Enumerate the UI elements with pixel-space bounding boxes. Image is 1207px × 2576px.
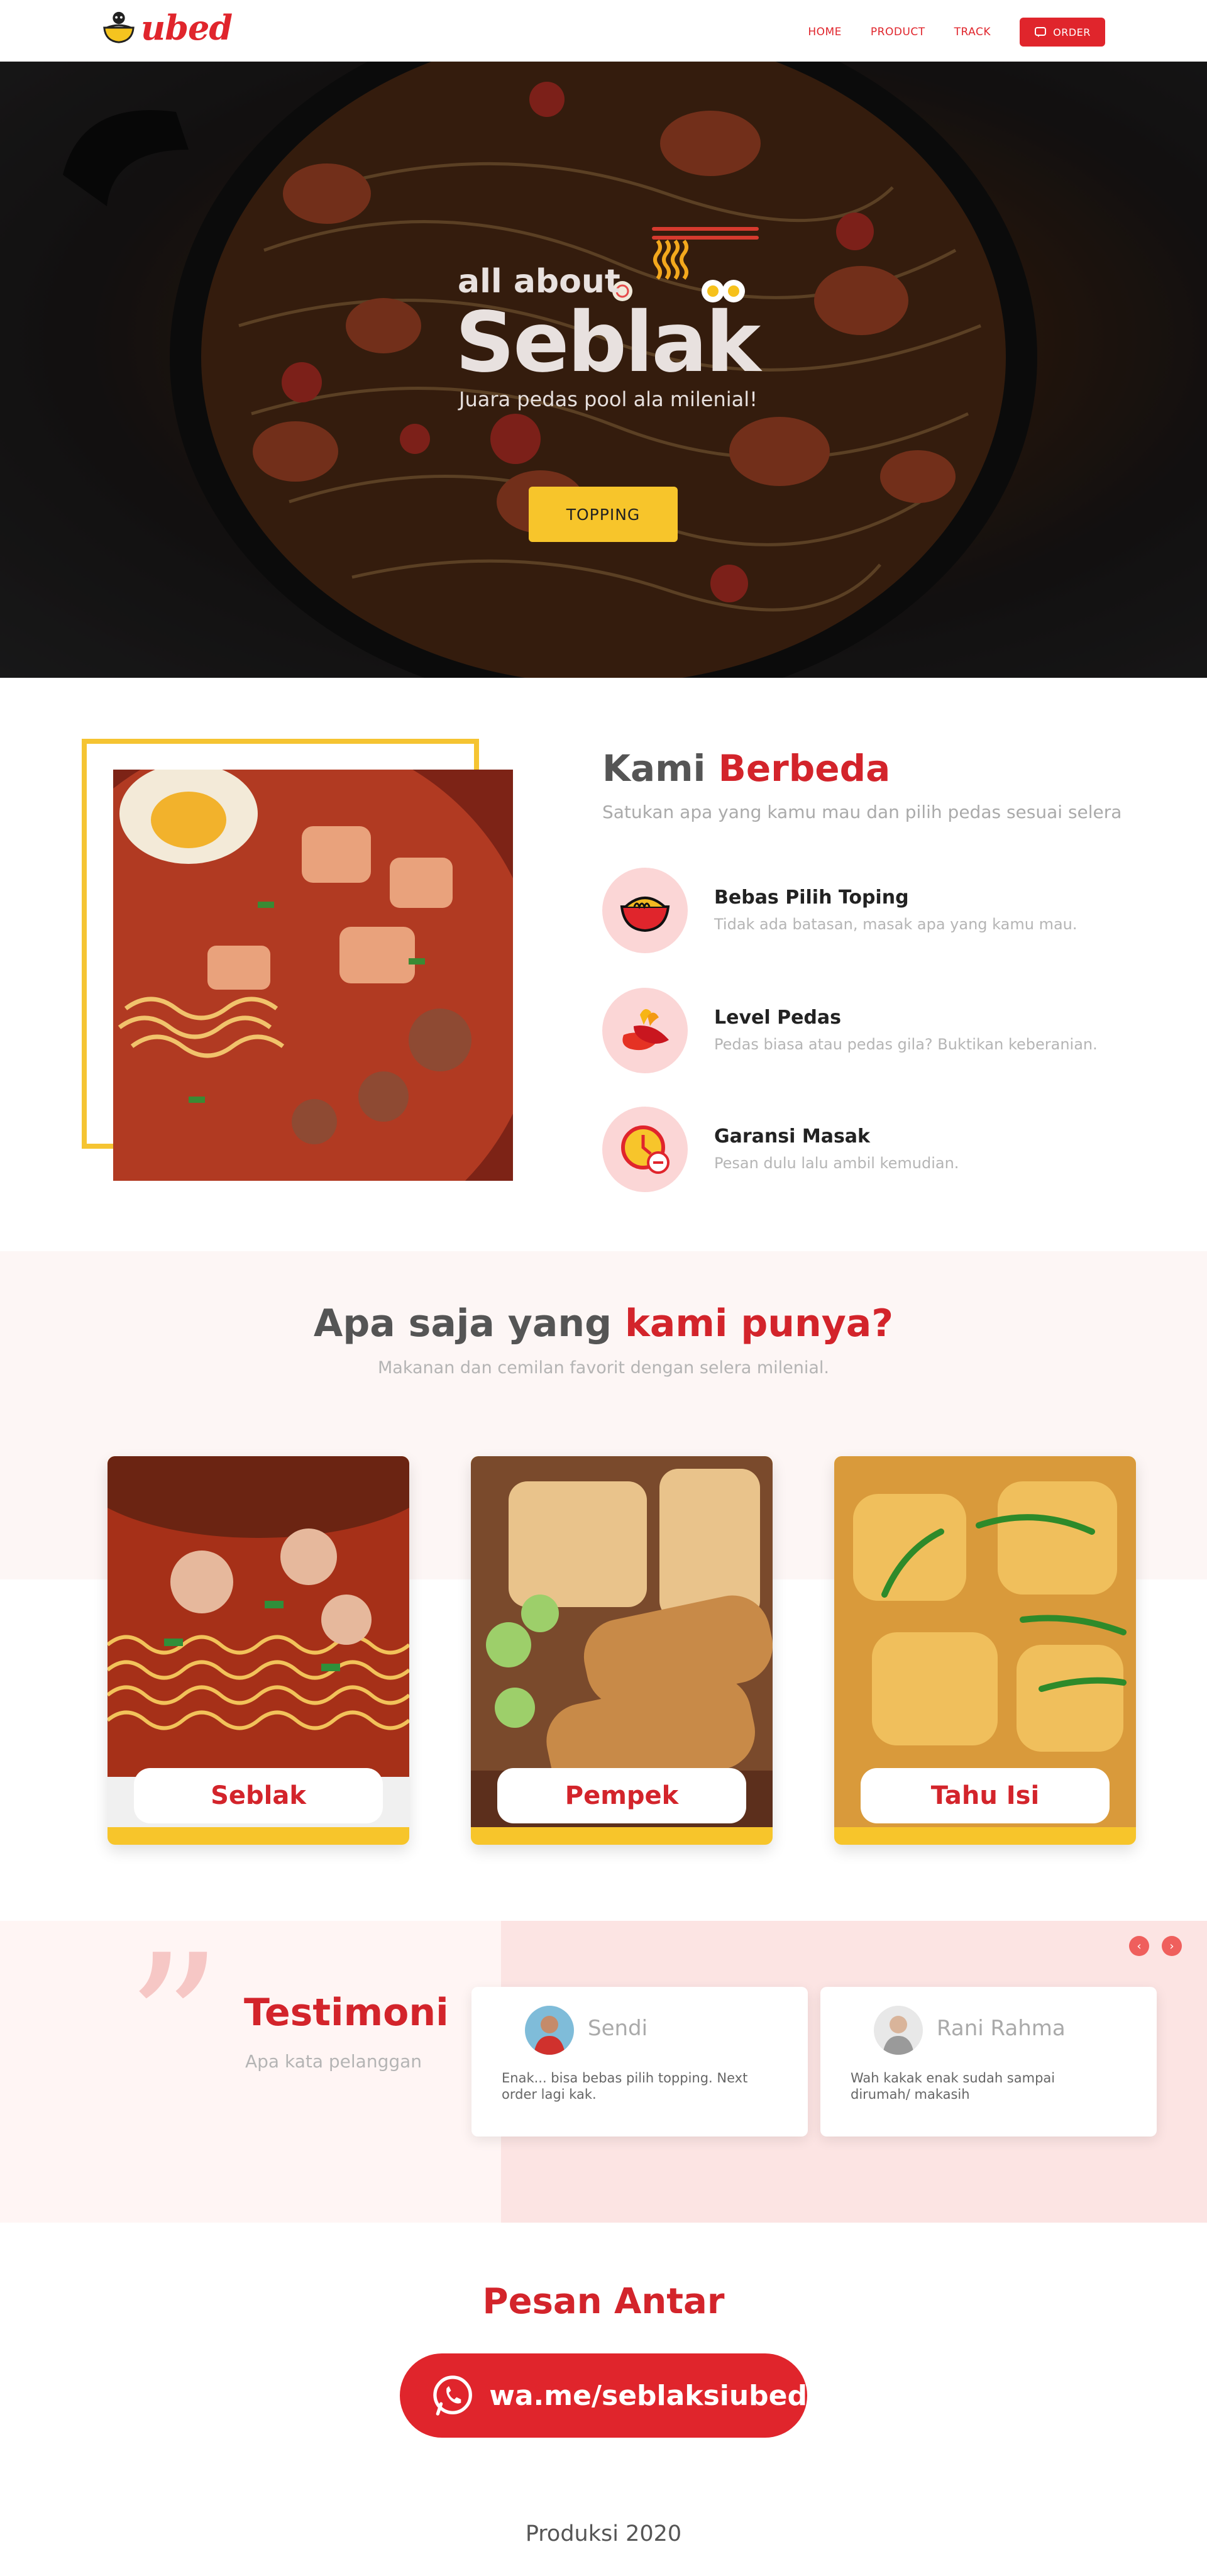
nav-home[interactable]: HOME (808, 26, 842, 38)
page: ubed HOME PRODUCT TRACK ORDER all about … (0, 0, 1207, 2576)
testimonial-card: Rani Rahma Wah kakak enak sudah sampai d… (820, 1987, 1157, 2137)
products-title-plain: Apa saja yang (313, 1302, 612, 1346)
product-card-seblak[interactable]: Seblak (107, 1456, 409, 1845)
brand-logo[interactable]: ubed (101, 8, 233, 48)
feature-icon-circle (602, 1107, 688, 1192)
whatsapp-icon (433, 2375, 472, 2416)
hero-tagline: Juara pedas pool ala milenial! (459, 387, 758, 411)
feature-item: Bebas Pilih Toping Tidak ada batasan, ma… (602, 868, 1168, 956)
products-title: Apa saja yang kami punya? (0, 1302, 1207, 1346)
hero-title: Seblak (455, 294, 761, 391)
feature-title: Bebas Pilih Toping (714, 887, 909, 909)
avatar (525, 2006, 574, 2055)
topping-button[interactable]: TOPPING (529, 487, 678, 542)
feature-desc: Tidak ada batasan, masak apa yang kamu m… (714, 915, 1077, 933)
testimonial-name: Sendi (588, 2016, 648, 2041)
different-title-accent: Berbeda (718, 747, 891, 790)
footer-text: Produksi 2020 (525, 2521, 682, 2546)
clock-icon (621, 1125, 670, 1174)
next-arrow-icon[interactable]: › (1162, 1936, 1182, 1956)
chili-icon (622, 1009, 669, 1051)
product-label: Pempek (497, 1768, 746, 1823)
nav-product[interactable]: PRODUCT (871, 26, 925, 38)
order-title: Pesan Antar (482, 2281, 725, 2322)
nav-track[interactable]: TRACK (954, 26, 991, 38)
product-label: Seblak (134, 1768, 383, 1823)
chat-icon (1035, 27, 1047, 37)
testimonial-message: Enak... bisa bebas pilih topping. Next o… (502, 2070, 748, 2102)
testimonial-message: Wah kakak enak sudah sampai dirumah/ mak… (851, 2070, 1055, 2102)
feature-title: Level Pedas (714, 1007, 842, 1029)
whatsapp-link: wa.me/seblaksiubed (489, 2379, 807, 2412)
quote-mark-icon: ” (126, 1915, 223, 2134)
main-nav: HOME PRODUCT TRACK ORDER (808, 18, 1105, 47)
product-card-tahu-isi[interactable]: Tahu Isi (834, 1456, 1136, 1845)
noodle-bowl-icon (620, 897, 670, 932)
feature-title: Garansi Masak (714, 1125, 870, 1147)
feature-desc: Pedas biasa atau pedas gila? Buktikan ke… (714, 1036, 1098, 1053)
feature-item: Garansi Masak Pesan dulu lalu ambil kemu… (602, 1107, 1168, 1195)
products-title-accent: kami punya? (624, 1302, 894, 1346)
testimonial-name: Rani Rahma (937, 2016, 1066, 2041)
testimonials-title: Testimoni (244, 1991, 449, 2035)
different-title: Kami Berbeda (602, 747, 890, 790)
site-header: ubed HOME PRODUCT TRACK ORDER (0, 0, 1207, 62)
bowl-logo-icon (103, 11, 135, 43)
avatar (874, 2006, 923, 2055)
seblak-bowl-image (113, 770, 513, 1181)
order-button[interactable]: ORDER (1020, 18, 1105, 47)
brand-wordmark: ubed (141, 8, 233, 48)
whatsapp-button[interactable]: wa.me/seblaksiubed (400, 2353, 807, 2438)
feature-desc: Pesan dulu lalu ambil kemudian. (714, 1154, 959, 1172)
product-card-pempek[interactable]: Pempek (471, 1456, 773, 1845)
testimonial-card: Sendi Enak... bisa bebas pilih topping. … (471, 1987, 808, 2137)
order-label: ORDER (1053, 26, 1091, 38)
different-title-plain: Kami (602, 747, 706, 790)
feature-item: Level Pedas Pedas biasa atau pedas gila?… (602, 988, 1168, 1076)
testimonials-subtitle: Apa kata pelanggan (245, 2051, 422, 2072)
products-subtitle: Makanan dan cemilan favorit dengan seler… (377, 1358, 830, 1378)
feature-icon-circle (602, 988, 688, 1073)
different-subtitle: Satukan apa yang kamu mau dan pilih peda… (602, 802, 1122, 822)
feature-icon-circle (602, 868, 688, 953)
prev-arrow-icon[interactable]: ‹ (1129, 1936, 1149, 1956)
product-label: Tahu Isi (861, 1768, 1110, 1823)
hero-section: all about Seblak Juara pedas pool ala mi… (0, 62, 1207, 678)
